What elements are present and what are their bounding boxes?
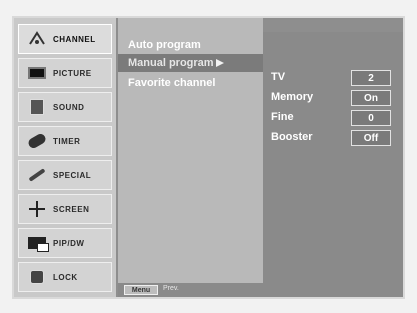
prev-hint: Prev. xyxy=(163,285,179,292)
lock-icon xyxy=(27,268,47,286)
screen-icon xyxy=(27,200,47,218)
setting-value-booster[interactable]: Off xyxy=(351,130,391,146)
pip-icon xyxy=(27,234,49,252)
special-icon xyxy=(27,166,47,184)
setting-value-fine[interactable]: 0 xyxy=(351,110,391,126)
setting-row-memory: Memory On xyxy=(271,90,395,108)
timer-icon xyxy=(26,132,48,150)
submenu-item-favorite-channel[interactable]: Favorite channel xyxy=(118,74,263,92)
setting-row-tv: TV 2 xyxy=(271,70,395,88)
bottom-hint-bar: Menu Prev. xyxy=(118,283,263,297)
setting-value-text: 0 xyxy=(368,112,374,124)
sidebar-item-label: SCREEN xyxy=(53,204,90,214)
setting-label: Fine xyxy=(271,111,294,123)
sidebar-item-screen[interactable]: SCREEN xyxy=(18,194,112,224)
channel-icon xyxy=(27,30,47,48)
sidebar-item-timer[interactable]: TIMER xyxy=(18,126,112,156)
setting-value-tv[interactable]: 2 xyxy=(351,70,391,86)
submenu-item-auto-program[interactable]: Auto program xyxy=(118,36,263,54)
arrow-right-icon xyxy=(216,59,224,67)
sidebar-item-pip-dw[interactable]: PIP/DW xyxy=(18,228,112,258)
sidebar-item-lock[interactable]: LOCK xyxy=(18,262,112,292)
setting-row-fine: Fine 0 xyxy=(271,110,395,128)
sidebar-item-picture[interactable]: PICTURE xyxy=(18,58,112,88)
manual-program-panel: TV 2 Memory On Fine 0 Booster Off xyxy=(263,32,403,297)
setting-value-text: On xyxy=(364,92,378,104)
setting-value-memory[interactable]: On xyxy=(351,90,391,106)
setting-row-booster: Booster Off xyxy=(271,130,395,148)
setting-label: TV xyxy=(271,71,286,83)
sidebar-item-label: SOUND xyxy=(53,102,85,112)
sidebar-item-label: CHANNEL xyxy=(53,34,96,44)
menu-button-label: Menu xyxy=(131,286,151,294)
sound-icon xyxy=(27,98,47,116)
tv-osd-frame: CHANNEL PICTURE SOUND TIMER SPECIAL SCRE… xyxy=(12,16,405,299)
setting-value-text: 2 xyxy=(368,72,374,84)
sidebar-item-label: SPECIAL xyxy=(53,170,92,180)
sidebar-item-label: LOCK xyxy=(53,272,78,282)
sidebar-item-special[interactable]: SPECIAL xyxy=(18,160,112,190)
submenu-item-label: Manual program xyxy=(128,57,214,69)
sidebar-item-label: TIMER xyxy=(53,136,81,146)
submenu-item-label: Auto program xyxy=(128,39,201,51)
sidebar-item-channel[interactable]: CHANNEL xyxy=(18,24,112,54)
setting-value-text: Off xyxy=(363,132,379,144)
submenu-item-label: Favorite channel xyxy=(128,77,216,89)
sidebar-item-label: PIP/DW xyxy=(53,238,85,248)
setting-label: Booster xyxy=(271,131,313,143)
setting-label: Memory xyxy=(271,91,314,103)
submenu-item-manual-program[interactable]: Manual program xyxy=(118,54,263,72)
sidebar: CHANNEL PICTURE SOUND TIMER SPECIAL SCRE… xyxy=(14,18,116,297)
menu-button[interactable]: Menu xyxy=(124,285,158,295)
picture-icon xyxy=(27,64,47,82)
sidebar-item-label: PICTURE xyxy=(53,68,92,78)
channel-submenu: Auto program Manual program Favorite cha… xyxy=(118,18,263,297)
sidebar-item-sound[interactable]: SOUND xyxy=(18,92,112,122)
